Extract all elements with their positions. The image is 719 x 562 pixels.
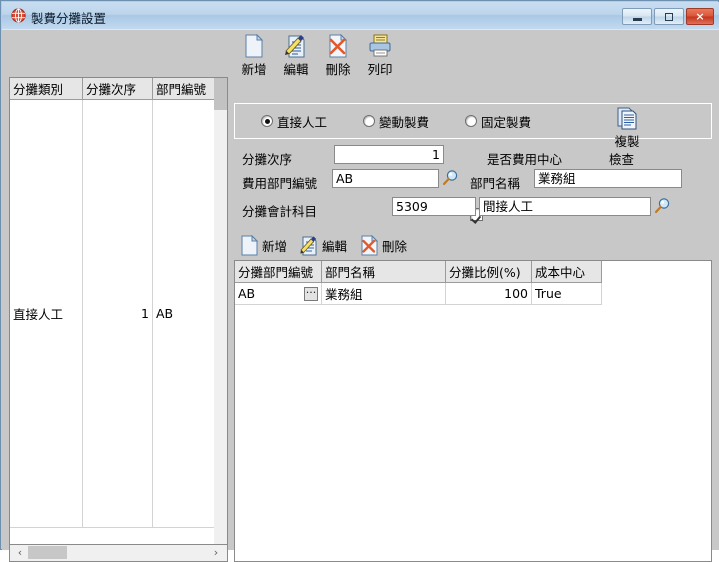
toolbar-new-button[interactable]: 新增 — [231, 33, 277, 77]
delete-x-icon — [360, 234, 379, 256]
maximize-icon — [655, 9, 683, 24]
detail-delete-label: 刪除 — [382, 238, 408, 254]
column-header-dept-code[interactable]: 部門編號 — [152, 78, 223, 100]
table-row[interactable]: 直接人工 1 AB 業務組 — [10, 99, 227, 528]
window-title: 製費分攤設置 — [31, 11, 107, 26]
dept-code-input[interactable]: AB — [332, 169, 439, 188]
detail-edit-label: 編輯 — [322, 238, 348, 254]
printer-icon — [367, 33, 393, 59]
dept-code-label: 費用部門編號 — [242, 176, 318, 191]
column-header-dept-name[interactable]: 部門名稱 — [321, 261, 446, 283]
cell-alloc-dept-code-text: AB — [238, 286, 256, 301]
application-window: 製費分攤設置 × 新增 編輯 刪除 列印 分攤類別 分攤次序 部門編號 直接人工… — [0, 0, 719, 562]
radio-fixed-overhead-label: 固定製費 — [481, 114, 532, 130]
left-grid-table: 分攤類別 分攤次序 部門編號 部門名 直接人工 1 AB 業務組 — [10, 78, 227, 528]
detail-panel: 直接人工 變動製費 固定製費 複製 分攤次序 1 是否費用中心 檢查 費用部門編… — [234, 77, 712, 562]
client-area: 新增 編輯 刪除 列印 分攤類別 分攤次序 部門編號 直接人工 1 AB ‹ ›… — [2, 29, 719, 562]
table-header-row: 分攤類別 分攤次序 部門編號 部門名 — [10, 78, 227, 100]
account-label: 分攤會計科目 — [242, 204, 318, 219]
detail-new-label: 新增 — [262, 238, 288, 254]
scrollbar-thumb[interactable] — [28, 546, 67, 559]
new-document-icon — [240, 234, 259, 256]
dept-name-label: 部門名稱 — [470, 176, 521, 191]
copy-button[interactable]: 複製 — [604, 106, 650, 150]
left-grid-horizontal-scrollbar[interactable]: ‹ › — [9, 545, 228, 562]
scroll-right-icon[interactable]: › — [209, 546, 223, 559]
minimize-icon — [623, 9, 651, 24]
allocation-list-grid[interactable]: 分攤類別 分攤次序 部門編號 部門名 直接人工 1 AB 業務組 — [9, 77, 228, 545]
check-button[interactable]: 檢查 — [609, 149, 634, 168]
cell-cost-center: True — [531, 282, 602, 305]
allocation-detail-grid[interactable]: 分攤部門編號 部門名稱 分攤比例(%) 成本中心 ··· AB 業務組 100 … — [234, 260, 712, 562]
main-toolbar: 新增 編輯 刪除 列印 — [2, 30, 719, 77]
ellipsis-button[interactable]: ··· — [304, 287, 318, 301]
table-row[interactable]: ··· AB 業務組 100 True — [235, 282, 602, 305]
magnifier-icon[interactable] — [442, 169, 459, 186]
scrollbar-thumb[interactable] — [214, 78, 227, 110]
cell-category: 直接人工 — [10, 99, 83, 528]
column-header-sequence[interactable]: 分攤次序 — [82, 78, 153, 100]
column-header-cost-center[interactable]: 成本中心 — [531, 261, 602, 283]
cost-center-label: 是否費用中心 — [487, 152, 563, 167]
close-icon: × — [695, 10, 705, 23]
radio-variable-overhead[interactable]: 變動製費 — [363, 113, 430, 130]
radio-unselected-icon — [363, 115, 375, 127]
radio-variable-overhead-label: 變動製費 — [379, 114, 430, 130]
radio-direct-labor[interactable]: 直接人工 — [261, 113, 328, 130]
copy-button-label: 複製 — [614, 134, 640, 149]
cell-alloc-dept-code: ··· AB — [235, 282, 322, 305]
account-name-input[interactable]: 間接人工 — [479, 197, 651, 216]
cell-dept-code: AB — [152, 99, 223, 528]
radio-fixed-overhead[interactable]: 固定製費 — [465, 113, 532, 130]
toolbar-new-label: 新增 — [241, 62, 267, 77]
toolbar-delete-label: 刪除 — [325, 62, 351, 77]
detail-edit-button[interactable]: 編輯 — [300, 233, 347, 257]
cell-dept-name: 業務組 — [321, 282, 446, 305]
minimize-button[interactable] — [622, 8, 652, 25]
delete-x-icon — [325, 33, 351, 59]
cell-ratio: 100 — [445, 282, 532, 305]
toolbar-print-button[interactable]: 列印 — [357, 33, 403, 77]
edit-pencil-icon — [300, 235, 319, 256]
sequence-input[interactable]: 1 — [334, 145, 444, 164]
radio-unselected-icon — [465, 115, 477, 127]
detail-toolbar: 新增 編輯 刪除 — [234, 233, 712, 259]
column-header-category[interactable]: 分攤類別 — [10, 78, 83, 100]
toolbar-print-label: 列印 — [367, 62, 393, 77]
scroll-left-icon[interactable]: ‹ — [13, 546, 27, 559]
left-grid-vertical-scrollbar[interactable] — [214, 78, 227, 544]
maximize-button[interactable] — [654, 8, 684, 25]
sequence-label: 分攤次序 — [242, 152, 293, 167]
detail-new-button[interactable]: 新增 — [240, 233, 287, 257]
cell-sequence: 1 — [82, 99, 153, 528]
close-button[interactable]: × — [686, 8, 714, 25]
detail-grid-table: 分攤部門編號 部門名稱 分攤比例(%) 成本中心 ··· AB 業務組 100 … — [235, 261, 602, 305]
column-header-alloc-dept-code[interactable]: 分攤部門編號 — [235, 261, 322, 283]
table-header-row: 分攤部門編號 部門名稱 分攤比例(%) 成本中心 — [235, 261, 602, 283]
title-bar[interactable]: 製費分攤設置 × — [2, 2, 719, 30]
magnifier-icon[interactable] — [654, 197, 671, 214]
account-code-input[interactable]: 5309 — [392, 197, 476, 216]
detail-delete-button[interactable]: 刪除 — [360, 233, 407, 257]
toolbar-delete-button[interactable]: 刪除 — [315, 33, 361, 77]
toolbar-edit-button[interactable]: 編輯 — [273, 33, 319, 77]
dept-name-input[interactable]: 業務組 — [534, 169, 682, 188]
radio-selected-icon — [261, 115, 273, 127]
toolbar-edit-label: 編輯 — [283, 62, 309, 77]
edit-pencil-icon — [283, 33, 309, 59]
copy-documents-icon — [615, 106, 640, 131]
column-header-ratio[interactable]: 分攤比例(%) — [445, 261, 532, 283]
new-document-icon — [241, 33, 267, 59]
radio-direct-labor-label: 直接人工 — [277, 114, 328, 130]
globe-icon — [11, 8, 26, 23]
